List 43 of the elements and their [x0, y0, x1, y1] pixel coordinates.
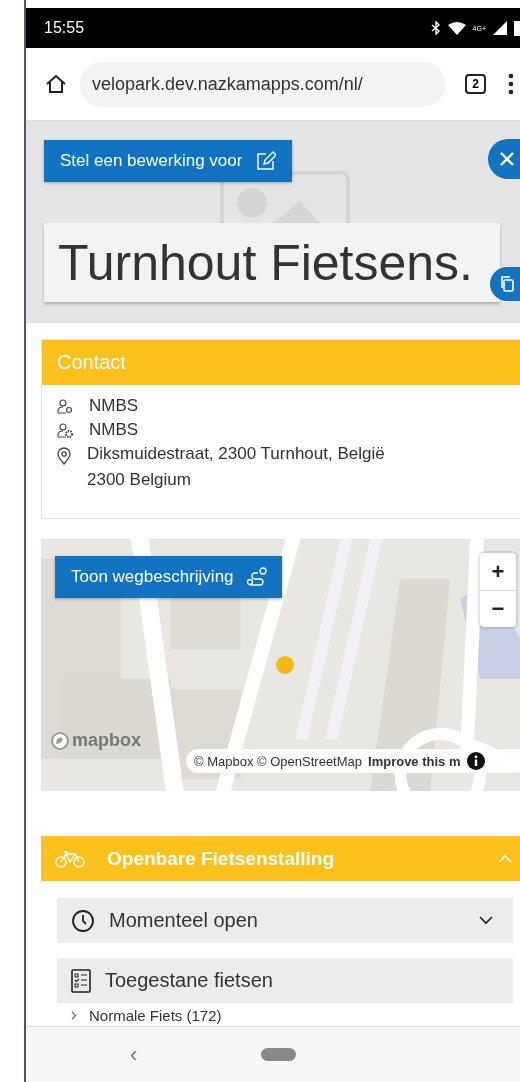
attribution-text: © Mapbox © OpenStreetMap [194, 753, 363, 769]
page-title: Turnhout Fietsens. [44, 223, 500, 302]
section-title: Openbare Fietsenstalling [107, 847, 335, 870]
directions-button[interactable]: Toon wegbeschrijving [55, 556, 282, 598]
home-icon[interactable] [44, 72, 68, 96]
panel-header[interactable]: Momenteel open [57, 898, 513, 943]
close-icon [499, 151, 515, 167]
location-marker-icon [276, 656, 294, 674]
url-field[interactable]: velopark.dev.nazkamapps.com/nl/ [80, 61, 446, 107]
menu-icon[interactable] [508, 73, 514, 95]
mapbox-logo: mapbox [72, 730, 141, 751]
checklist-icon [71, 968, 91, 993]
panel-title: Toegestane fietsen [105, 969, 274, 992]
suggest-edit-button[interactable]: Stel een bewerking voor [44, 140, 293, 182]
zoom-in-button[interactable]: + [480, 553, 516, 590]
bike-type-item[interactable]: Normale Fiets (172) [89, 1007, 222, 1024]
improve-map-link[interactable]: Improve this m [368, 753, 461, 769]
info-icon[interactable] [466, 752, 485, 770]
route-icon [245, 566, 268, 588]
tab-count-button[interactable]: 2 [465, 74, 486, 94]
back-button[interactable]: ‹ [130, 1041, 138, 1068]
chevron-right-icon [71, 1011, 77, 1020]
contact-text: NMBS [89, 420, 139, 440]
bluetooth-icon [430, 21, 441, 35]
wifi-icon [447, 21, 466, 35]
person-icon [57, 399, 73, 415]
edit-icon [256, 151, 277, 171]
contact-title: Contact [57, 351, 126, 374]
status-time: 15:55 [44, 19, 85, 37]
close-button[interactable] [488, 139, 520, 179]
person-gear-icon [57, 423, 73, 439]
location-pin-icon [57, 447, 71, 465]
panel-header[interactable]: Toegestane fietsen [57, 958, 513, 1003]
contact-text: Diksmuidestraat, 2300 Turnhout, België [87, 444, 385, 464]
bicycle-icon [55, 849, 85, 868]
signal-icon [493, 21, 507, 35]
clock-icon [71, 908, 95, 933]
home-pill[interactable] [261, 1048, 297, 1061]
panel-title: Momenteel open [109, 909, 259, 932]
contact-text: NMBS [89, 396, 139, 416]
copy-icon [499, 275, 515, 293]
contact-text: 2300 Belgium [87, 470, 192, 490]
battery-icon [514, 20, 520, 36]
